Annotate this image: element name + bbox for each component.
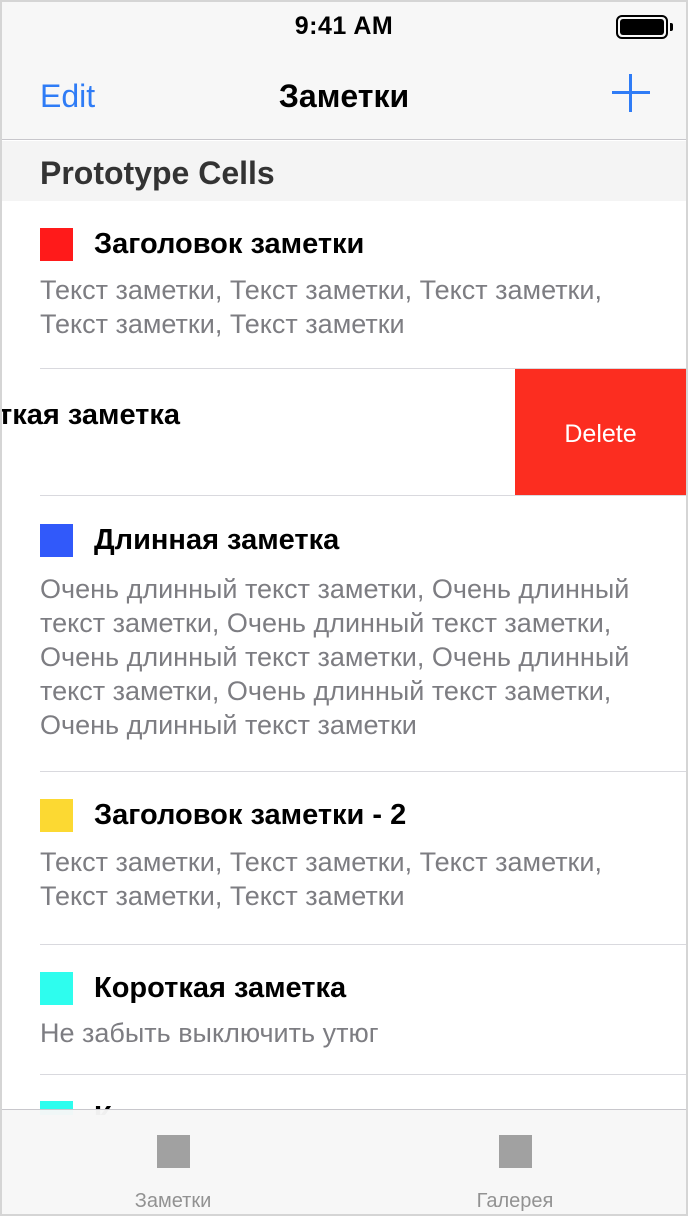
plus-icon[interactable] bbox=[612, 74, 650, 112]
note-title: ткая заметка bbox=[2, 399, 181, 431]
note-text: Текст заметки, Текст заметки, Текст заме… bbox=[40, 847, 602, 911]
note-color-swatch bbox=[40, 972, 73, 1005]
note-color-swatch bbox=[40, 228, 73, 261]
gallery-tab-icon bbox=[499, 1135, 532, 1168]
note-title: Заголовок заметки bbox=[94, 228, 365, 260]
note-text: Не забыть выключить утюг bbox=[40, 1018, 379, 1048]
note-title: Короткая заметка bbox=[94, 972, 347, 1004]
note-title: Длинная заметка bbox=[94, 524, 340, 556]
section-header: Prototype Cells bbox=[2, 141, 686, 201]
note-cell[interactable]: Заголовок заметки Текст заметки, Текст з… bbox=[2, 201, 686, 369]
status-bar: 9:41 AM bbox=[2, 2, 686, 54]
notes-tab-icon bbox=[157, 1135, 190, 1168]
battery-icon bbox=[616, 15, 673, 39]
tab-gallery[interactable]: Галерея bbox=[344, 1110, 686, 1214]
note-cell[interactable]: Заголовок заметки - 2 Текст заметки, Тек… bbox=[2, 772, 686, 945]
tab-notes[interactable]: Заметки bbox=[2, 1110, 344, 1214]
tab-label: Галерея bbox=[476, 1190, 554, 1212]
note-title: Заголовок заметки - 2 bbox=[94, 799, 407, 831]
note-cell[interactable]: Длинная заметка Очень длинный текст заме… bbox=[2, 496, 686, 772]
section-title: Prototype Cells bbox=[40, 155, 275, 191]
notes-screen: 9:41 AM Edit Заметки Prototype Cells Заг… bbox=[0, 0, 688, 1216]
page-title: Заметки bbox=[278, 78, 410, 114]
note-text: Текст заметки, Текст заметки, Текст заме… bbox=[40, 275, 602, 339]
note-text: Очень длинный текст заметки, Очень длинн… bbox=[40, 574, 630, 740]
note-color-swatch bbox=[40, 799, 73, 832]
note-cell[interactable]: Короткая заметка Не забыть выключить утю… bbox=[2, 945, 686, 1075]
tab-label: Заметки bbox=[134, 1190, 212, 1212]
tab-bar: Заметки Галерея bbox=[2, 1109, 686, 1214]
edit-button[interactable]: Edit bbox=[40, 78, 95, 115]
delete-button[interactable]: Delete bbox=[515, 369, 686, 495]
note-color-swatch bbox=[40, 524, 73, 557]
status-time: 9:41 AM bbox=[294, 12, 394, 40]
note-cell-swiped[interactable]: ткая заметка Delete bbox=[2, 369, 686, 496]
navigation-bar: Edit Заметки bbox=[2, 54, 686, 140]
